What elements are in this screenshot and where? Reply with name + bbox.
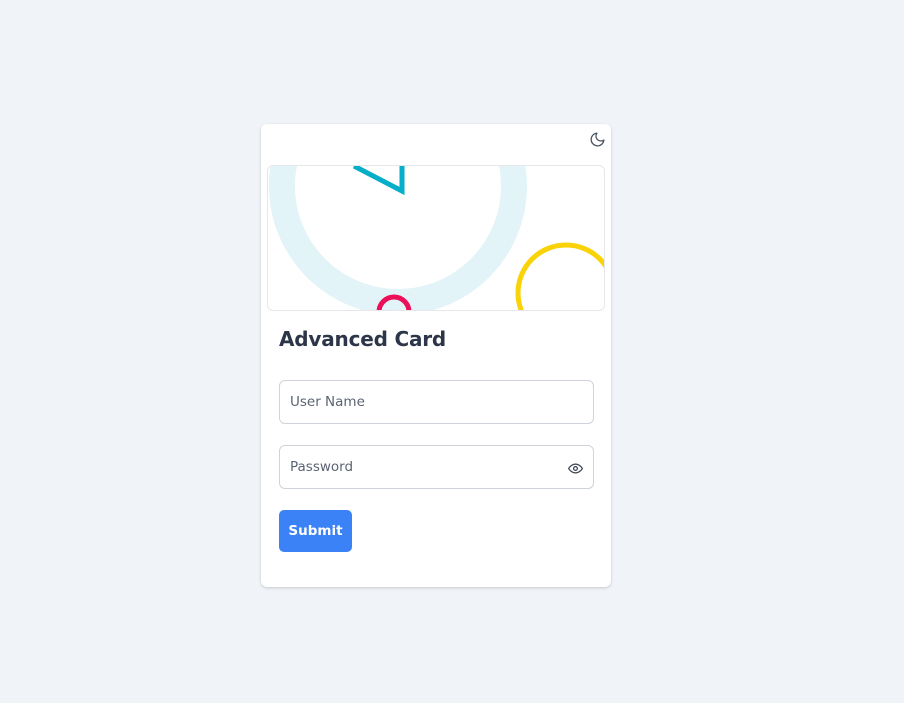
- theme-toggle-button[interactable]: [587, 129, 607, 149]
- username-field[interactable]: [279, 380, 594, 424]
- hero-triangle-shape: [352, 166, 405, 196]
- username-input[interactable]: [280, 381, 593, 423]
- moon-icon: [590, 131, 605, 146]
- login-card: Advanced Card Submit: [261, 124, 611, 587]
- decorative-shapes-graphic: [269, 166, 604, 310]
- password-input[interactable]: [280, 446, 593, 488]
- hero-yellow-circle-shape: [515, 242, 604, 310]
- card-title: Advanced Card: [279, 327, 447, 351]
- submit-button[interactable]: Submit: [279, 510, 352, 552]
- card-hero-image: [267, 165, 605, 311]
- eye-icon: [567, 463, 583, 473]
- show-password-toggle[interactable]: [566, 459, 584, 477]
- password-field[interactable]: [279, 445, 594, 489]
